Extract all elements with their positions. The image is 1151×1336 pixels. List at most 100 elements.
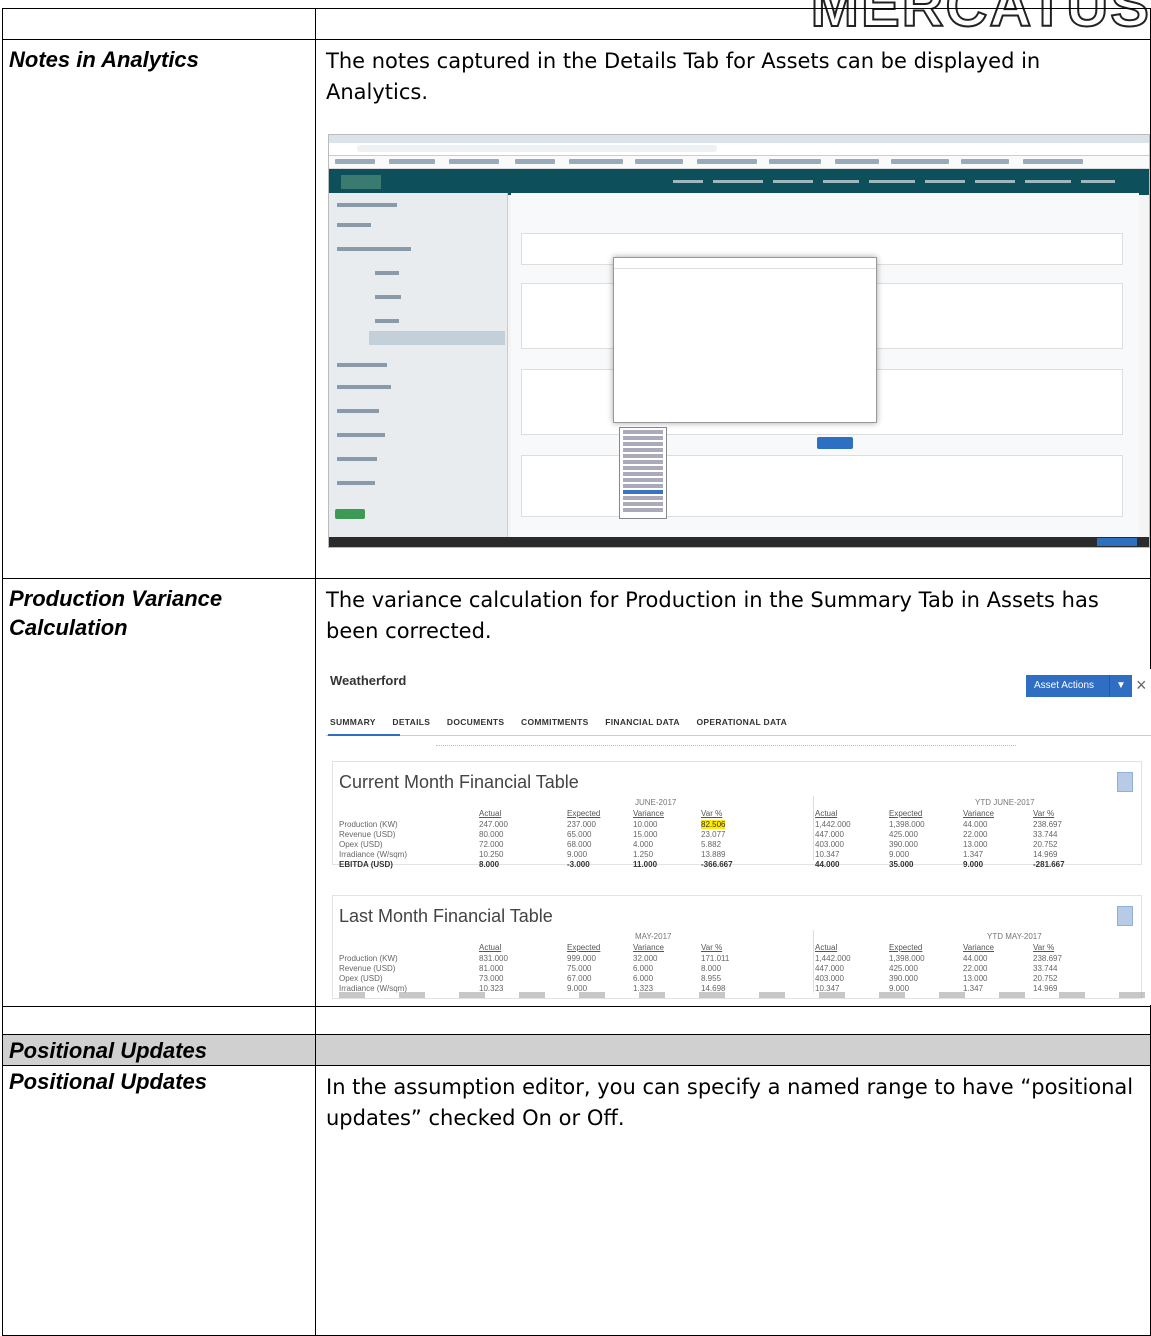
row-metric-label: Irradiance (W/sqm) — [339, 850, 408, 859]
financial-value-cell: 14.969 — [1033, 984, 1058, 993]
financial-value-cell: 67.000 — [567, 974, 592, 983]
column-header: Variance — [963, 943, 994, 952]
column-header: Expected — [889, 809, 923, 818]
app-logo — [341, 175, 381, 189]
row-metric-label: Irradiance (W/sqm) — [339, 984, 408, 993]
row-description: The notes captured in the Details Tab fo… — [326, 49, 1041, 104]
financial-value-cell: 6.000 — [633, 964, 654, 973]
financial-value-cell: 390.000 — [889, 840, 918, 849]
financial-value-cell: 238.697 — [1033, 954, 1062, 963]
ytd-period-label: YTD MAY-2017 — [987, 932, 1042, 941]
financial-value-cell: 425.000 — [889, 964, 918, 973]
financial-value-cell: 44.000 — [963, 954, 988, 963]
last-month-financial-table: Last Month Financial Table MAY-2017 YTD … — [332, 895, 1147, 999]
financial-value-cell: 447.000 — [815, 830, 844, 839]
chat-button[interactable] — [1097, 538, 1137, 546]
financial-value-cell: -3.000 — [567, 860, 590, 869]
financial-value-cell: 9.000 — [567, 984, 588, 993]
document-icon[interactable] — [1117, 772, 1133, 792]
row-metric-label: EBITDA (USD) — [339, 860, 393, 869]
column-header: Actual — [479, 943, 502, 952]
column-header: Actual — [479, 809, 502, 818]
period-label: JUNE-2017 — [635, 798, 677, 807]
table-row — [2, 1006, 1151, 1035]
financial-value-cell: 13.000 — [963, 840, 988, 849]
financial-value-cell: 9.000 — [567, 850, 588, 859]
current-month-title: Current Month Financial Table — [339, 772, 579, 792]
financial-value-cell: 35.000 — [889, 860, 914, 869]
financial-value-cell: 403.000 — [815, 840, 844, 849]
analytics-notes-screenshot — [328, 134, 1150, 548]
row-metric-label: Opex (USD) — [339, 974, 383, 983]
financial-value-cell: 237.000 — [567, 820, 596, 829]
financial-value-cell: 9.000 — [889, 984, 910, 993]
financial-value-cell: 13.889 — [701, 850, 726, 859]
financial-value-cell: 44.000 — [963, 820, 988, 829]
period-label: MAY-2017 — [635, 932, 672, 941]
financial-value-cell: 8.955 — [701, 974, 722, 983]
financial-value-cell: 75.000 — [567, 964, 592, 973]
row-metric-label: Revenue (USD) — [339, 830, 396, 839]
ytd-period-label: YTD JUNE-2017 — [975, 798, 1035, 807]
row-metric-label: Opex (USD) — [339, 840, 383, 849]
tab-documents[interactable]: DOCUMENTS — [447, 717, 504, 727]
row-label: Production Variance Calculation — [9, 586, 223, 640]
financial-value-cell: 9.000 — [889, 850, 910, 859]
row-description — [316, 1007, 1150, 1013]
financial-value-cell: 247.000 — [479, 820, 508, 829]
column-header: Expected — [567, 809, 601, 818]
financial-value-cell: 8.000 — [479, 860, 500, 869]
last-month-title: Last Month Financial Table — [339, 906, 553, 926]
column-header: Expected — [567, 943, 601, 952]
financial-value-cell: 11.000 — [633, 860, 658, 869]
column-header: Actual — [815, 943, 838, 952]
financial-value-cell: 82.506 — [701, 820, 726, 829]
table-row-positional-updates: Positional Updates In the assumption edi… — [2, 1065, 1151, 1336]
column-header: Var % — [1033, 943, 1055, 952]
table-row — [2, 8, 1151, 40]
column-header: Variance — [633, 809, 664, 818]
financial-value-cell: 1.323 — [633, 984, 654, 993]
financial-value-cell: -281.667 — [1033, 860, 1065, 869]
column-header: Var % — [701, 943, 723, 952]
asset-tree-sidebar — [329, 193, 508, 537]
financial-value-cell: 22.000 — [963, 830, 988, 839]
browser-address-bar — [329, 143, 1149, 156]
asset-actions-label: Asset Actions — [1034, 680, 1095, 691]
financial-value-cell: 1,442.000 — [815, 954, 851, 963]
tab-commitments[interactable]: COMMITMENTS — [521, 717, 589, 727]
financial-value-cell: 65.000 — [567, 830, 592, 839]
financial-value-cell: 9.000 — [963, 860, 984, 869]
tab-operational-data[interactable]: OPERATIONAL DATA — [696, 717, 787, 727]
financial-value-cell: 32.000 — [633, 954, 658, 963]
section-header-row: Positional Updates — [2, 1034, 1151, 1066]
add-button[interactable] — [335, 509, 365, 519]
financial-value-cell: 831.000 — [479, 954, 508, 963]
section-header-label: Positional Updates — [9, 1038, 208, 1063]
row-description — [316, 1035, 1150, 1041]
release-notes-table: Notes in Analytics The notes captured in… — [2, 8, 1151, 1336]
asset-tabs: SUMMARY DETAILS DOCUMENTS COMMITMENTS FI… — [330, 717, 801, 727]
chevron-down-icon[interactable]: ▼ — [1109, 675, 1132, 697]
column-header: Expected — [889, 943, 923, 952]
tab-financial-data[interactable]: FINANCIAL DATA — [605, 717, 680, 727]
financial-value-cell: 390.000 — [889, 974, 918, 983]
close-icon[interactable]: × — [1136, 675, 1147, 695]
app-header — [329, 169, 1149, 195]
document-icon[interactable] — [1117, 906, 1133, 926]
column-header: Variance — [633, 943, 664, 952]
active-tab-indicator — [328, 734, 400, 736]
table-row-production-variance: Production Variance Calculation The vari… — [2, 578, 1151, 1007]
column-header: Variance — [963, 809, 994, 818]
financial-value-cell: 10.000 — [633, 820, 658, 829]
tab-summary[interactable]: SUMMARY — [330, 717, 376, 727]
save-notes-button[interactable] — [817, 437, 853, 449]
financial-value-cell: 44.000 — [815, 860, 840, 869]
tab-details[interactable]: DETAILS — [392, 717, 430, 727]
asset-actions-button[interactable]: Asset Actions ▼ — [1026, 675, 1132, 697]
financial-value-cell: 425.000 — [889, 830, 918, 839]
financial-value-cell: 1.250 — [633, 850, 654, 859]
financial-value-cell: 238.697 — [1033, 820, 1062, 829]
month-dropdown[interactable] — [619, 427, 667, 519]
financial-value-cell: 20.752 — [1033, 974, 1058, 983]
